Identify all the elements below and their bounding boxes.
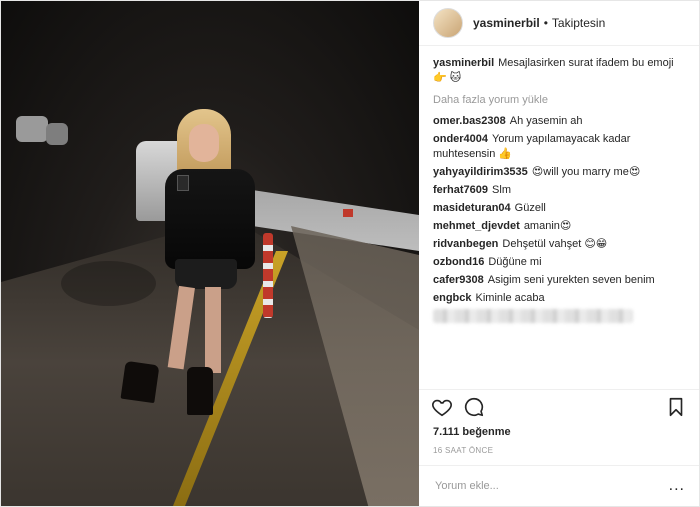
- comment-text: Dehşetül vahşet 😊😁: [502, 238, 608, 250]
- comment-text: Düğüne mi: [488, 256, 542, 268]
- comment-username[interactable]: masideturan04: [433, 202, 511, 214]
- caption: yasminerbil Mesajlasirken surat ifadem bu…: [433, 56, 685, 86]
- bookmark-icon[interactable]: [665, 396, 687, 418]
- comment-text: amanin😍: [523, 220, 572, 232]
- comment-item: ridvanbegen Dehşetül vahşet 😊😁: [433, 237, 685, 252]
- comment-username[interactable]: mehmet_djevdet: [433, 220, 520, 232]
- post-header: yasminerbil • Takiptesin: [419, 1, 699, 46]
- comment-item: cafer9308 Asigim seni yurekten seven beni…: [433, 273, 685, 288]
- comment-text: Slm: [492, 184, 511, 196]
- boot: [120, 360, 160, 404]
- load-more-comments[interactable]: Daha fazla yorum yükle: [433, 94, 685, 106]
- comment-text: Kiminle acaba: [475, 292, 545, 304]
- comment-item: ozbond16 Düğüne mi: [433, 255, 685, 270]
- leg: [167, 285, 195, 370]
- comment-item: omer.bas2308 Ah yasemin ah: [433, 114, 685, 129]
- comment-username[interactable]: ridvanbegen: [433, 238, 498, 250]
- heart-icon[interactable]: [431, 396, 453, 418]
- comment-icon[interactable]: [463, 396, 485, 418]
- comment-item: onder4004 Yorum yapılamayacak kadar muhte…: [433, 132, 685, 162]
- header-username[interactable]: yasminerbil: [473, 16, 540, 30]
- comment-item: mehmet_djevdet amanin😍: [433, 219, 685, 234]
- comment-text: Güzell: [514, 202, 546, 214]
- follow-status[interactable]: Takiptesin: [552, 16, 605, 30]
- comment-username[interactable]: onder4004: [433, 133, 488, 145]
- blurred-comment: [433, 309, 633, 323]
- comment-item: masideturan04 Güzell: [433, 201, 685, 216]
- caption-username[interactable]: yasminerbil: [433, 57, 494, 69]
- action-bar: [419, 389, 699, 424]
- avatar[interactable]: [433, 8, 463, 38]
- add-comment-bar: ...: [419, 466, 699, 506]
- more-options-icon[interactable]: ...: [669, 477, 685, 495]
- comment-text: Ah yasemin ah: [509, 115, 583, 127]
- skirt: [175, 259, 237, 289]
- like-count[interactable]: 7.111 beğenme: [419, 424, 699, 440]
- timestamp: 16 SAAT ÖNCE: [419, 440, 699, 466]
- comment-input[interactable]: [433, 479, 669, 493]
- boot: [187, 367, 213, 415]
- phone: [177, 175, 189, 191]
- comment-username[interactable]: ferhat7609: [433, 184, 488, 196]
- comments-section: yasminerbil Mesajlasirken surat ifadem bu…: [419, 46, 699, 389]
- comment-item: engbck Kiminle acaba: [433, 291, 685, 306]
- comment-item: ferhat7609 Slm: [433, 183, 685, 198]
- comment-username[interactable]: ozbond16: [433, 256, 484, 268]
- comment-username[interactable]: cafer9308: [433, 274, 484, 286]
- comment-username[interactable]: omer.bas2308: [433, 115, 506, 127]
- leg: [205, 287, 221, 373]
- distant-car: [16, 116, 48, 142]
- post-sidebar: yasminerbil • Takiptesin yasminerbil Mesa…: [419, 1, 699, 506]
- instagram-post: yasminerbil • Takiptesin yasminerbil Mesa…: [0, 0, 700, 507]
- comment-username[interactable]: engbck: [433, 292, 472, 304]
- distant-car: [46, 123, 68, 145]
- comment-text: Asigim seni yurekten seven benim: [487, 274, 655, 286]
- person-figure: [119, 109, 259, 429]
- post-photo[interactable]: [1, 1, 419, 506]
- red-white-bollard: [263, 233, 273, 318]
- face: [189, 124, 219, 162]
- separator-dot: •: [543, 16, 548, 30]
- red-sign: [343, 209, 353, 217]
- comment-username[interactable]: yahyayildirim3535: [433, 166, 528, 178]
- comment-text: 😍will you marry me😍: [531, 166, 641, 178]
- comment-item: yahyayildirim3535 😍will you marry me😍: [433, 165, 685, 180]
